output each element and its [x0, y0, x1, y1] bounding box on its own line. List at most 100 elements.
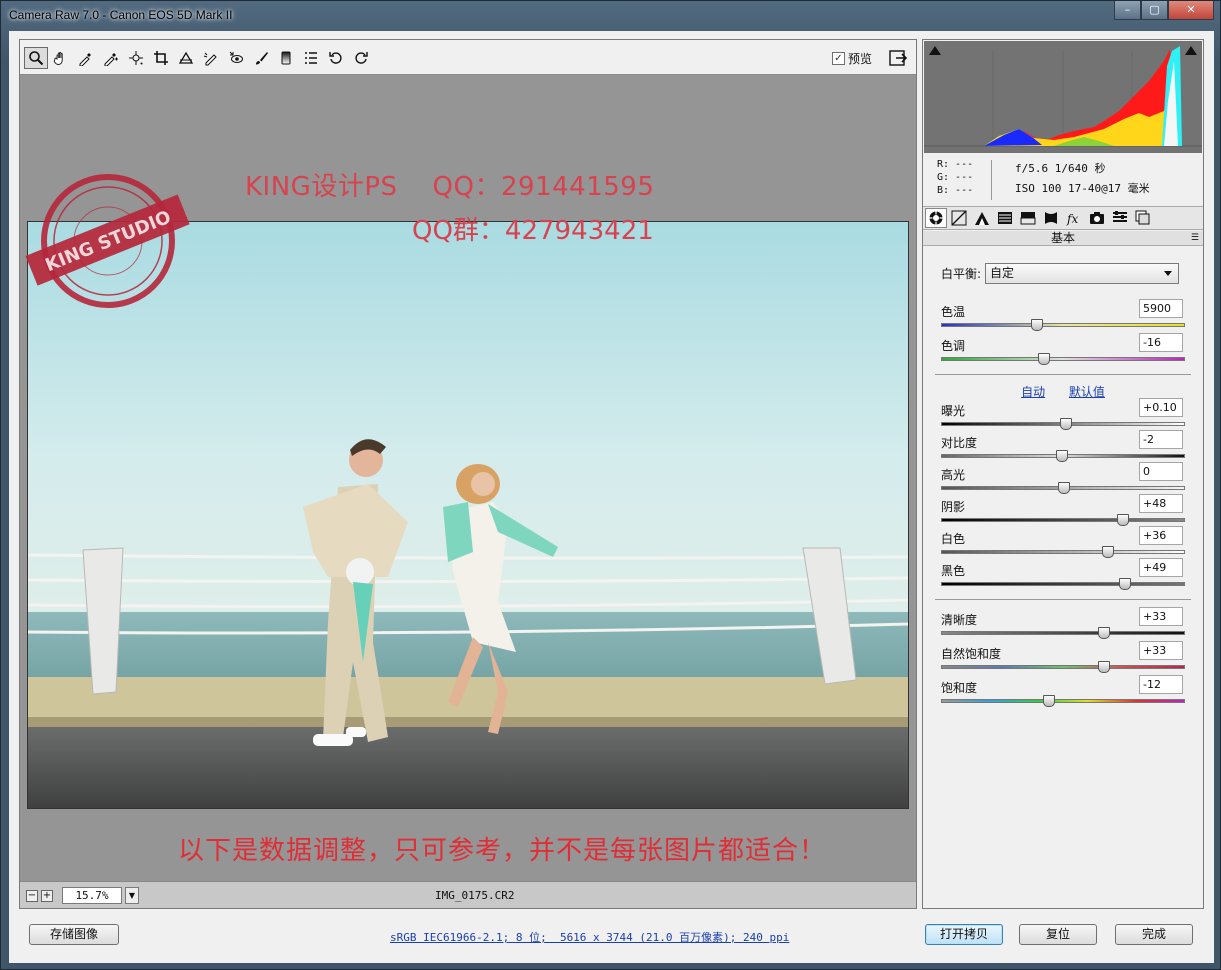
slider-contrast: 对比度 -2 — [941, 430, 1185, 464]
camera-raw-window: Camera Raw 7.0 - Canon EOS 5D Mark II – … — [0, 0, 1221, 970]
title-bar[interactable]: Camera Raw 7.0 - Canon EOS 5D Mark II – … — [1, 1, 1220, 31]
slider-exposure: 曝光 +0.10 — [941, 398, 1185, 432]
window-controls: – ▢ ✕ — [1114, 1, 1214, 21]
rgb-readout: R: --- G: --- B: --- — [937, 158, 973, 197]
image-info: R: --- G: --- B: --- f/5.6 1/640 秒 ISO 1… — [923, 154, 1203, 204]
minimize-button[interactable]: – — [1114, 1, 1141, 20]
shadow-clipping-warning-icon[interactable] — [928, 44, 942, 56]
slider-label: 白色 — [941, 532, 966, 546]
fullscreen-icon[interactable] — [888, 48, 908, 68]
rotate-ccw-icon[interactable] — [324, 47, 348, 69]
panel-tabs: fx — [923, 206, 1203, 230]
image-canvas[interactable]: KING STUDIO KING设计PS QQ：291441595 QQ群：42… — [20, 76, 916, 880]
spot-removal-tool-icon[interactable] — [199, 47, 223, 69]
slider-label: 色调 — [941, 339, 966, 353]
close-button[interactable]: ✕ — [1168, 1, 1214, 20]
slider-value-field[interactable]: +33 — [1139, 641, 1183, 660]
split-toning-tab-icon[interactable] — [1017, 208, 1039, 228]
adjustment-brush-icon[interactable] — [249, 47, 273, 69]
reset-button[interactable]: 复位 — [1019, 924, 1097, 945]
save-image-button[interactable]: 存储图像 — [29, 924, 119, 945]
green-readout: G: --- — [937, 172, 974, 183]
maximize-button[interactable]: ▢ — [1141, 1, 1168, 20]
straighten-tool-icon[interactable] — [174, 47, 198, 69]
white-balance-label: 白平衡: — [941, 267, 982, 281]
zoom-in-button[interactable]: + — [41, 889, 53, 902]
default-link[interactable]: 默认值 — [1069, 385, 1105, 399]
white-balance-value: 自定 — [990, 266, 1015, 280]
zoom-dropdown-button[interactable]: ▼ — [125, 887, 139, 904]
slider-value-field[interactable]: 5900 — [1139, 299, 1183, 318]
slider-value-field[interactable]: -16 — [1139, 333, 1183, 352]
preview-checkbox[interactable]: ✓ — [832, 52, 845, 65]
color-sampler-tool-icon[interactable] — [99, 47, 123, 69]
zoom-level-field[interactable]: 15.7% — [62, 887, 122, 904]
white-balance-select[interactable]: 自定 — [985, 263, 1180, 284]
hsl-tab-icon[interactable] — [994, 208, 1016, 228]
slider-track[interactable] — [941, 550, 1185, 554]
preferences-icon[interactable] — [299, 47, 323, 69]
slider-track[interactable] — [941, 631, 1185, 635]
slider-temperature: 色温 5900 — [941, 299, 1185, 333]
chevron-down-icon — [1164, 271, 1173, 276]
highlight-clipping-warning-icon[interactable] — [1184, 44, 1198, 56]
iso-lens: ISO 100 17-40@17 毫米 — [1015, 182, 1150, 195]
snapshots-tab-icon[interactable] — [1132, 208, 1154, 228]
zoom-out-button[interactable]: − — [26, 889, 38, 902]
slider-value-field[interactable]: +0.10 — [1139, 398, 1183, 417]
done-button[interactable]: 完成 — [1115, 924, 1193, 945]
panel-menu-icon[interactable]: ☰ — [1191, 233, 1199, 243]
basic-tab-icon[interactable] — [925, 208, 947, 228]
effects-tab-icon[interactable]: fx — [1063, 208, 1085, 228]
slider-vibrance: 自然饱和度 +33 — [941, 641, 1185, 675]
svg-text:fx: fx — [1066, 212, 1078, 226]
camera-calibration-tab-icon[interactable] — [1086, 208, 1108, 228]
slider-value-field[interactable]: +48 — [1139, 494, 1183, 513]
slider-highlights: 高光 0 — [941, 462, 1185, 496]
slider-value-field[interactable]: 0 — [1139, 462, 1183, 481]
rotate-cw-icon[interactable] — [349, 47, 373, 69]
open-copy-button[interactable]: 打开拷贝 — [925, 924, 1003, 945]
preview-toggle[interactable]: ✓ 预览 — [832, 50, 872, 67]
presets-tab-icon[interactable] — [1109, 208, 1131, 228]
basic-panel: 白平衡: 自定 色温 5900 色调 -16 自动 默认值 曝光 +0.10 对… — [923, 247, 1203, 907]
slider-tint: 色调 -16 — [941, 333, 1185, 367]
slider-track[interactable] — [941, 323, 1185, 327]
crop-tool-icon[interactable] — [149, 47, 173, 69]
tool-bar: ✓ 预览 — [20, 40, 916, 75]
zoom-tool-icon[interactable] — [24, 47, 48, 69]
dialog-body: ✓ 预览 KING STUDIO KING设计PS QQ：291441595 Q… — [9, 31, 1214, 963]
targeted-adjustment-tool-icon[interactable] — [124, 47, 148, 69]
slider-track[interactable] — [941, 357, 1185, 361]
slider-track[interactable] — [941, 699, 1185, 703]
slider-value-field[interactable]: -12 — [1139, 675, 1183, 694]
slider-saturation: 饱和度 -12 — [941, 675, 1185, 709]
graduated-filter-icon[interactable] — [274, 47, 298, 69]
hand-tool-icon[interactable] — [49, 47, 73, 69]
blue-readout: B: --- — [937, 185, 974, 196]
slider-value-field[interactable]: -2 — [1139, 430, 1183, 449]
window-title: Camera Raw 7.0 - Canon EOS 5D Mark II — [9, 8, 233, 22]
panel-title: 基本 — [923, 231, 1203, 246]
aperture-shutter: f/5.6 1/640 秒 — [1015, 162, 1106, 175]
slider-whites: 白色 +36 — [941, 526, 1185, 560]
red-eye-removal-tool-icon[interactable] — [224, 47, 248, 69]
slider-label: 饱和度 — [941, 681, 978, 695]
slider-label: 对比度 — [941, 436, 978, 450]
slider-value-field[interactable]: +36 — [1139, 526, 1183, 545]
red-readout: R: --- — [937, 159, 974, 170]
slider-track[interactable] — [941, 518, 1185, 522]
white-balance-tool-icon[interactable] — [74, 47, 98, 69]
detail-tab-icon[interactable] — [971, 208, 993, 228]
auto-link[interactable]: 自动 — [1021, 385, 1045, 399]
tone-curve-tab-icon[interactable] — [948, 208, 970, 228]
watermark-line-2: QQ群：427943421 — [412, 216, 654, 246]
slider-track[interactable] — [941, 582, 1185, 586]
lens-corrections-tab-icon[interactable] — [1040, 208, 1062, 228]
zoom-control: − + 15.7% ▼ — [26, 887, 139, 904]
slider-value-field[interactable]: +49 — [1139, 558, 1183, 577]
tool-list — [24, 47, 373, 69]
workflow-options-link[interactable]: sRGB IEC61966-2.1; 8 位; 5616 x 3744 (21.… — [390, 929, 789, 945]
slider-value-field[interactable]: +33 — [1139, 607, 1183, 626]
slider-track[interactable] — [941, 665, 1185, 669]
